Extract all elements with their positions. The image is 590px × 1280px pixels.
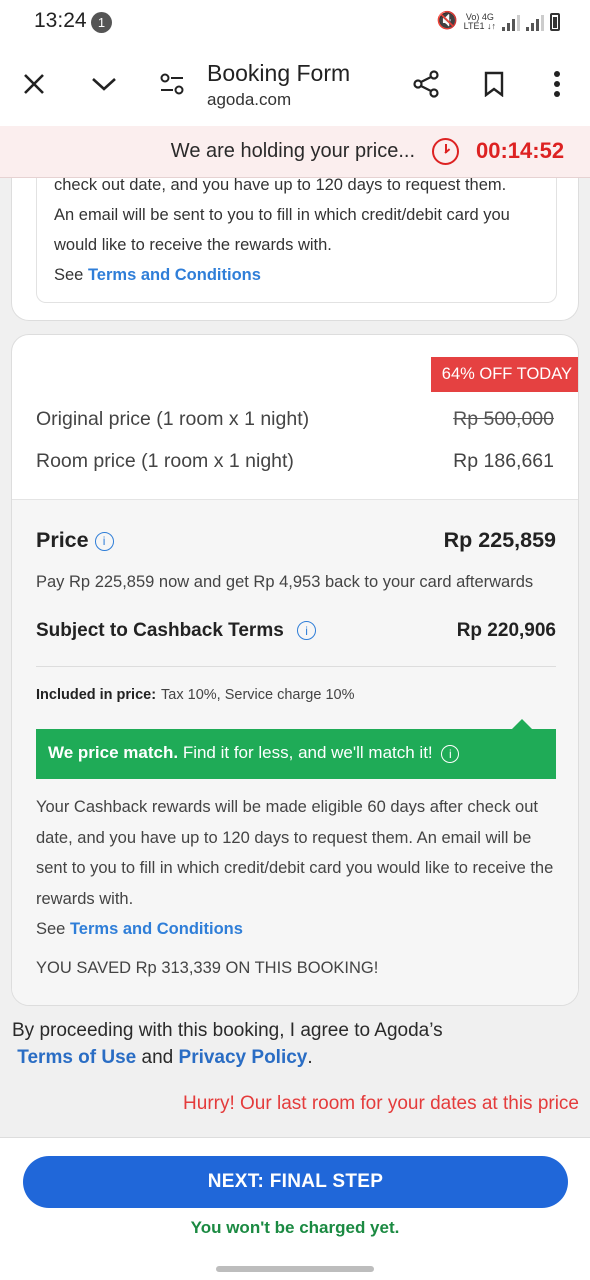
page-domain: agoda.com bbox=[207, 90, 292, 109]
savings-note: YOU SAVED Rp 313,339 ON THIS BOOKING! bbox=[36, 959, 379, 977]
included-label: Included in price: bbox=[36, 687, 157, 703]
room-price-value: Rp 186,661 bbox=[453, 450, 554, 472]
cashback-description: Your Cashback rewards will be made eligi… bbox=[36, 792, 556, 945]
terms-line: See Terms and Conditions bbox=[54, 260, 261, 290]
room-price-label: Room price (1 room x 1 night) bbox=[36, 450, 294, 472]
notification-count-badge: 1 bbox=[91, 12, 112, 33]
not-charged-note: You won't be charged yet. bbox=[190, 1218, 400, 1237]
cashback-info-card: check out date, and you have up to 120 d… bbox=[11, 176, 579, 321]
cashback-terms-value: Rp 220,906 bbox=[456, 620, 556, 641]
included-in-price: Included in price: Tax 10%, Service char… bbox=[36, 687, 556, 703]
price-match-text: Find it for less, and we'll match it! bbox=[182, 743, 433, 762]
discount-badge: 64% OFF TODAY bbox=[430, 357, 578, 392]
browser-toolbar: Booking Form agoda.com bbox=[0, 44, 590, 126]
gesture-nav-bar[interactable] bbox=[216, 1266, 374, 1272]
price-breakdown-card: 64% OFF TODAY Original price (1 room x 1… bbox=[11, 334, 579, 1006]
price-match-info-icon[interactable]: i bbox=[441, 744, 460, 763]
original-price-label: Original price (1 room x 1 night) bbox=[36, 408, 310, 430]
info-icon[interactable]: i bbox=[94, 531, 114, 551]
more-options-icon[interactable] bbox=[539, 66, 575, 102]
agreement-sentence: By proceeding with this booking, I agree… bbox=[12, 1020, 443, 1041]
terms-link[interactable]: Terms and Conditions bbox=[88, 266, 261, 284]
room-price-row: Room price (1 room x 1 night) Rp 186,661 bbox=[36, 450, 554, 473]
agreement-period: . bbox=[307, 1047, 313, 1068]
price-match-bold: We price match. bbox=[48, 743, 179, 762]
cashback-line-2: An email will be sent to you to fill in … bbox=[54, 206, 510, 224]
included-value: Tax 10%, Service charge 10% bbox=[161, 687, 355, 703]
divider bbox=[36, 666, 556, 667]
cashback-line-1: check out date, and you have up to 120 d… bbox=[54, 176, 507, 194]
agreement-text: By proceeding with this booking, I agree… bbox=[12, 1017, 443, 1071]
terms-of-use-link[interactable]: Terms of Use bbox=[17, 1047, 136, 1068]
cashback-info-icon[interactable]: i bbox=[297, 621, 317, 641]
price-row: Price i Rp 225,859 bbox=[36, 528, 556, 553]
status-bar: 13:24 1 🔇 Vo) 4G LTE1 ↓↑ bbox=[0, 0, 590, 44]
cashback-info-box: check out date, and you have up to 120 d… bbox=[36, 176, 557, 303]
price-value: Rp 225,859 bbox=[443, 528, 556, 552]
original-price-value: Rp 500,000 bbox=[453, 408, 554, 430]
countdown-timer: 00:14:52 bbox=[476, 138, 565, 163]
price-summary-section: Price i Rp 225,859 Pay Rp 225,859 now an… bbox=[12, 499, 578, 1005]
cashback-description-text: Your Cashback rewards will be made eligi… bbox=[36, 798, 554, 908]
system-icons: 🔇 Vo) 4G LTE1 ↓↑ bbox=[436, 11, 560, 31]
clock-icon bbox=[432, 138, 459, 165]
privacy-policy-link[interactable]: Privacy Policy bbox=[179, 1047, 308, 1068]
share-icon[interactable] bbox=[408, 66, 444, 102]
battery-icon bbox=[550, 13, 560, 31]
status-time: 13:24 bbox=[34, 9, 87, 32]
price-match-banner: We price match. Find it for less, and we… bbox=[36, 719, 556, 779]
mute-icon: 🔇 bbox=[436, 11, 458, 30]
cashback-terms-label: Subject to Cashback Terms bbox=[36, 620, 284, 641]
close-icon[interactable] bbox=[16, 66, 52, 102]
next-final-step-button[interactable]: NEXT: FINAL STEP bbox=[23, 1156, 568, 1208]
see-label-2: See bbox=[36, 920, 66, 938]
network-bottom-text: LTE1 ↓↑ bbox=[463, 21, 496, 31]
price-label: Price bbox=[36, 528, 89, 552]
urgency-message: Hurry! Our last room for your dates at t… bbox=[183, 1093, 579, 1114]
agreement-and: and bbox=[141, 1047, 174, 1068]
price-hold-message: We are holding your price... bbox=[170, 140, 415, 162]
checkout-footer: NEXT: FINAL STEP You won't be charged ye… bbox=[0, 1137, 590, 1280]
cashback-line-3: would like to receive the rewards with. bbox=[54, 236, 332, 254]
signal-icon-2 bbox=[526, 15, 544, 31]
original-price-row: Original price (1 room x 1 night) Rp 500… bbox=[36, 408, 554, 431]
pay-note: Pay Rp 225,859 now and get Rp 4,953 back… bbox=[36, 573, 534, 591]
cashback-terms-row: Subject to Cashback Terms i Rp 220,906 bbox=[36, 620, 556, 642]
signal-icon bbox=[502, 15, 520, 31]
page-settings-icon[interactable] bbox=[154, 66, 190, 102]
page-title: Booking Form bbox=[207, 60, 351, 86]
network-indicator: Vo) 4G LTE1 ↓↑ bbox=[464, 13, 496, 31]
see-label: See bbox=[54, 266, 84, 284]
chevron-down-icon[interactable] bbox=[86, 66, 122, 102]
terms-link-2[interactable]: Terms and Conditions bbox=[70, 920, 243, 938]
bookmark-icon[interactable] bbox=[476, 66, 512, 102]
